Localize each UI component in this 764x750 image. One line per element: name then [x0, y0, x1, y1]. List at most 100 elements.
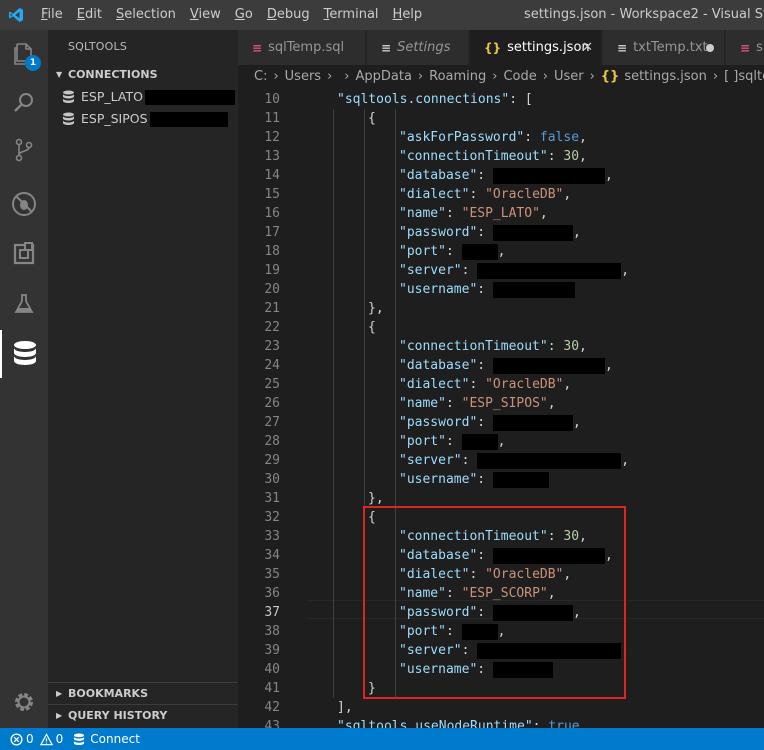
code-token: {: [368, 111, 376, 126]
breadcrumb-item[interactable]: C:: [254, 69, 267, 84]
redacted-block: [492, 224, 573, 241]
code-token: "port": [399, 244, 446, 259]
code-token: "askForPassword": [399, 130, 525, 145]
connection-item[interactable]: ESP_LATO: [62, 86, 235, 108]
line-number: 11: [264, 111, 280, 126]
line-number: 23: [264, 339, 280, 354]
sidebar: SQLTOOLS ▼ CONNECTIONS ESP_LATO ESP_SIPO…: [48, 30, 238, 728]
code-line: "username":: [399, 470, 549, 489]
connect-button[interactable]: Connect: [68, 732, 145, 746]
breadcrumb-item[interactable]: [ ]sqltools.connections: [724, 69, 764, 84]
redacted-block: [477, 452, 622, 469]
text-icon: ≡: [617, 40, 628, 55]
menu-item[interactable]: Terminal: [317, 0, 386, 30]
code-token: "database": [399, 168, 478, 183]
menu-item[interactable]: Go: [228, 0, 260, 30]
code-line: "port": ,: [399, 432, 505, 451]
code-token: 30: [563, 339, 580, 354]
code-token: ,: [579, 130, 587, 145]
debug-button[interactable]: [0, 180, 48, 228]
code-token: :: [532, 719, 549, 728]
tab-partial[interactable]: ≡ s: [726, 30, 764, 65]
code-token: "sqltools.useNodeRuntime": [337, 719, 533, 728]
line-number: 38: [264, 624, 280, 639]
redacted-block: [492, 471, 549, 488]
breadcrumb-item[interactable]: Code: [503, 69, 536, 84]
code-line: "server": ,: [399, 451, 629, 470]
code-line: "dialect": "OracleDB",: [399, 375, 571, 394]
line-number: 40: [264, 662, 280, 677]
tab-txttemp[interactable]: ≡ txtTemp.txt: [603, 30, 725, 65]
code-line: "connectionTimeout": 30,: [399, 337, 587, 356]
connections-section-header[interactable]: ▼ CONNECTIONS: [48, 64, 238, 86]
menu-item[interactable]: Debug: [260, 0, 317, 30]
test-button[interactable]: [0, 280, 48, 328]
settings-button[interactable]: [0, 682, 48, 722]
code-token: :: [477, 415, 493, 430]
explorer-badge: 1: [25, 55, 41, 71]
code-token: ,: [621, 453, 630, 468]
menu-item[interactable]: Help: [386, 0, 430, 30]
code-token: {: [368, 320, 376, 335]
window-title: settings.json - Workspace2 - Visual Stud…: [524, 7, 764, 22]
chevron-right-icon: ›: [273, 68, 279, 84]
bookmarks-section-header[interactable]: ▶ BOOKMARKS: [48, 682, 238, 704]
code-line: "database": ,: [399, 356, 613, 375]
error-count: 0: [26, 732, 34, 746]
code-token: "connectionTimeout": [399, 149, 548, 164]
code-token: "sqltools.connections": [337, 92, 510, 107]
code-token: false: [539, 130, 580, 145]
extensions-button[interactable]: [0, 230, 48, 278]
code-token: "OracleDB": [485, 187, 564, 202]
code-line: "sqltools.connections": [: [337, 90, 533, 109]
code-token: :: [477, 282, 493, 297]
close-icon[interactable]: ✕: [582, 30, 593, 65]
menu-item[interactable]: File: [34, 0, 70, 30]
code-token: ,: [621, 263, 630, 278]
code-token: "port": [399, 434, 446, 449]
menu-item[interactable]: Selection: [109, 0, 183, 30]
menu-item[interactable]: View: [183, 0, 228, 30]
redacted-block: [149, 111, 228, 127]
code-token: :: [461, 453, 478, 468]
code-token: :: [547, 339, 564, 354]
code-token: ,: [539, 206, 548, 221]
tab-settings[interactable]: ≡ Settings: [367, 30, 469, 65]
code-token: :: [477, 472, 493, 487]
list-icon: ≡: [381, 40, 392, 55]
connection-item[interactable]: ESP_SIPOS: [62, 108, 228, 130]
line-number: 12: [264, 130, 280, 145]
code-token: "name": [399, 206, 446, 221]
code-token: ,: [604, 358, 613, 373]
line-number: 32: [264, 510, 280, 525]
explorer-button[interactable]: 1: [0, 30, 48, 78]
tab-settings-json[interactable]: {} settings.json ✕: [470, 30, 602, 65]
code-line: "username":: [399, 280, 575, 299]
breadcrumb-item[interactable]: settings.json: [624, 69, 707, 84]
source-control-button[interactable]: [0, 126, 48, 174]
code-token: "server": [399, 453, 462, 468]
breadcrumb-item[interactable]: User: [554, 69, 584, 84]
tab-sqltemp[interactable]: ≡ sqlTemp.sql: [238, 30, 366, 65]
breadcrumb-item[interactable]: Roaming: [429, 69, 486, 84]
breadcrumb-item[interactable]: AppData: [355, 69, 411, 84]
code-token: :: [445, 396, 462, 411]
chevron-right-icon: ▶: [56, 710, 63, 720]
chevron-down-icon: ▼: [56, 70, 63, 79]
code-token: ,: [572, 415, 581, 430]
db-icon: ≡: [252, 40, 263, 55]
sqltools-button[interactable]: [0, 330, 48, 378]
menu-item[interactable]: Edit: [70, 0, 109, 30]
search-button[interactable]: [0, 78, 48, 126]
breadcrumb-item[interactable]: Users: [285, 69, 321, 84]
line-number: 42: [264, 700, 280, 715]
code-token: "dialect": [399, 187, 470, 202]
database-icon: [14, 341, 36, 365]
code-token: :: [477, 168, 493, 183]
line-number: 17: [264, 225, 280, 240]
query-history-section-header[interactable]: ▶ QUERY HISTORY: [48, 704, 238, 726]
code-line: {: [368, 109, 376, 128]
line-number: 43: [264, 719, 280, 728]
problems-indicator[interactable]: 0 0: [0, 732, 68, 746]
code-line: "sqltools.useNodeRuntime": true: [337, 717, 580, 728]
